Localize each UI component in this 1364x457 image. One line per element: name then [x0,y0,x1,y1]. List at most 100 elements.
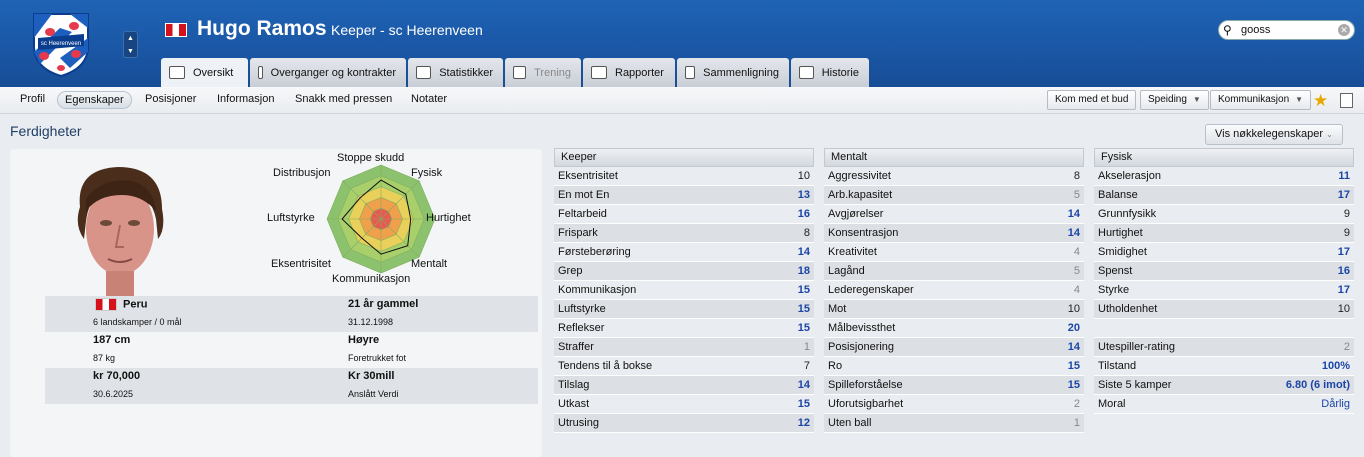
preferred-foot: Høyre [348,334,380,346]
attribute-value: 15 [797,398,810,410]
attribute-row[interactable]: Posisjonering 14 [824,338,1084,357]
attribute-row[interactable]: Smidighet 17 [1094,243,1354,262]
estimated-value: Kr 30mill [348,370,395,382]
search-input[interactable]: ⚲ gooss ✕ [1218,20,1355,40]
attribute-row[interactable]: Utkast 15 [554,395,814,414]
attribute-row[interactable]: Arb.kapasitet 5 [824,186,1084,205]
attribute-row[interactable]: Mot 10 [824,300,1084,319]
attribute-row[interactable]: Avgjørelser 14 [824,205,1084,224]
player-name: Hugo Ramos [197,17,327,40]
attribute-row[interactable]: Akselerasjon 11 [1094,167,1354,186]
tab-statistikker[interactable]: Statistikker [408,58,503,87]
attribute-row[interactable]: Tilstand 100% [1094,357,1354,376]
tab-label: Sammenligning [703,66,779,79]
attribute-row[interactable]: Spenst 16 [1094,262,1354,281]
attribute-name: Kommunikasjon [558,284,637,296]
attribute-name: Utespiller-rating [1098,341,1176,353]
attribute-value: 10 [1067,303,1080,315]
attribute-row[interactable]: Feltarbeid 16 [554,205,814,224]
communication-dropdown[interactable]: Kommunikasjon ▼ [1210,90,1312,110]
attribute-row[interactable]: Spilleforståelse 15 [824,376,1084,395]
subnav-notater[interactable]: Notater [411,93,447,105]
attribute-row[interactable]: Målbevissthet 20 [824,319,1084,338]
caps-goals: 6 landskamper / 0 mål [93,317,182,327]
attribute-row[interactable]: Grunnfysikk 9 [1094,205,1354,224]
attribute-row[interactable]: Tilslag 14 [554,376,814,395]
attribute-row[interactable]: Utrusing 12 [554,414,814,433]
main-tabs: Oversikt Overganger og kontrakter Statisti… [161,58,871,87]
report-icon [591,66,607,79]
attribute-name: En mot En [558,189,610,201]
attribute-value: 8 [1073,170,1080,182]
attribute-row[interactable]: Tendens til å bokse 7 [554,357,814,376]
player-overview-panel: Stoppe skudd Fysisk Hurtighet Mentalt Ko… [10,149,542,457]
attribute-row[interactable]: Lederegenskaper 4 [824,281,1084,300]
star-icon[interactable]: ★ [1313,91,1328,111]
attribute-value: 15 [1067,379,1080,391]
attribute-row[interactable]: Luftstyrke 15 [554,300,814,319]
key-attributes-button[interactable]: Vis nøkkelegenskaper ⌄ [1205,124,1343,145]
attribute-row[interactable]: Utholdenhet 10 [1094,300,1354,319]
compare-icon [685,66,696,79]
physical-header: Fysisk [1094,148,1354,167]
attribute-row[interactable]: Siste 5 kamper 6.80 (6 imot) [1094,376,1354,395]
attribute-row[interactable]: Hurtighet 9 [1094,224,1354,243]
attribute-row[interactable]: Frispark 8 [554,224,814,243]
radar-label-eksentrisitet: Eksentrisitet [271,258,331,270]
down-arrow-icon[interactable]: ▼ [124,45,137,58]
subnav-egenskaper[interactable]: Egenskaper [57,91,132,109]
attribute-row[interactable]: Straffer 1 [554,338,814,357]
attribute-row[interactable]: Konsentrasjon 14 [824,224,1084,243]
tab-label: Overganger og kontrakter [270,66,396,79]
tab-trening[interactable]: Trening [505,58,581,87]
tab-overganger-og-kontrakter[interactable]: Overganger og kontrakter [250,58,406,87]
make-offer-button[interactable]: Kom med et bud [1047,90,1137,110]
attribute-row[interactable]: Førsteberøring 14 [554,243,814,262]
attribute-row[interactable]: Kreativitet 4 [824,243,1084,262]
add-note-icon[interactable] [1340,93,1353,108]
nationality[interactable]: Peru [95,298,147,311]
keeper-header: Keeper [554,148,814,167]
attribute-value: Dårlig [1321,398,1350,410]
up-arrow-icon[interactable]: ▲ [124,32,137,45]
height: 187 cm [93,334,131,346]
attribute-row[interactable]: Uforutsigbarhet 2 [824,395,1084,414]
peru-flag-icon [95,298,117,311]
attribute-row[interactable]: Grep 18 [554,262,814,281]
sub-navigation: Profil Egenskaper Posisjoner Informasjon… [0,87,1364,114]
attribute-row[interactable]: Styrke 17 [1094,281,1354,300]
attribute-name: Hurtighet [1098,227,1143,239]
attribute-name: Utholdenhet [1098,303,1158,315]
tab-sammenligning[interactable]: Sammenligning [677,58,789,87]
attribute-row[interactable]: Aggressivitet 8 [824,167,1084,186]
attribute-row[interactable] [1094,319,1354,338]
attribute-row[interactable]: Eksentrisitet 10 [554,167,814,186]
attribute-value: 17 [1337,189,1350,201]
attribute-row[interactable]: Balanse 17 [1094,186,1354,205]
tab-oversikt[interactable]: Oversikt [161,58,248,87]
subnav-informasjon[interactable]: Informasjon [217,93,274,105]
search-icon: ⚲ [1223,23,1232,37]
attribute-row[interactable]: Kommunikasjon 15 [554,281,814,300]
club-crest-icon[interactable]: sc Heerenveen [30,8,92,78]
player-position-club[interactable]: Keeper - sc Heerenveen [331,22,483,38]
scouting-dropdown[interactable]: Speiding ▼ [1140,90,1209,110]
player-nav-arrows[interactable]: ▲ ▼ [123,31,138,58]
chevron-down-icon: ⌄ [1326,130,1333,139]
chevron-down-icon: ▼ [1295,95,1304,104]
subnav-profil[interactable]: Profil [20,93,45,105]
attribute-row[interactable]: Lagånd 5 [824,262,1084,281]
wage: kr 70,000 [93,370,141,382]
attribute-row[interactable]: Uten ball 1 [824,414,1084,433]
attribute-row[interactable]: Ro 15 [824,357,1084,376]
attribute-value: 10 [797,170,810,182]
tab-rapporter[interactable]: Rapporter [583,58,675,87]
subnav-posisjoner[interactable]: Posisjoner [145,93,196,105]
subnav-snakk-med-pressen[interactable]: Snakk med pressen [295,93,392,105]
attribute-row[interactable]: Moral Dårlig [1094,395,1354,414]
attribute-row[interactable]: En mot En 13 [554,186,814,205]
attribute-row[interactable]: Reflekser 15 [554,319,814,338]
tab-historie[interactable]: Historie [791,58,869,87]
clear-search-icon[interactable]: ✕ [1338,24,1350,36]
attribute-row[interactable]: Utespiller-rating 2 [1094,338,1354,357]
